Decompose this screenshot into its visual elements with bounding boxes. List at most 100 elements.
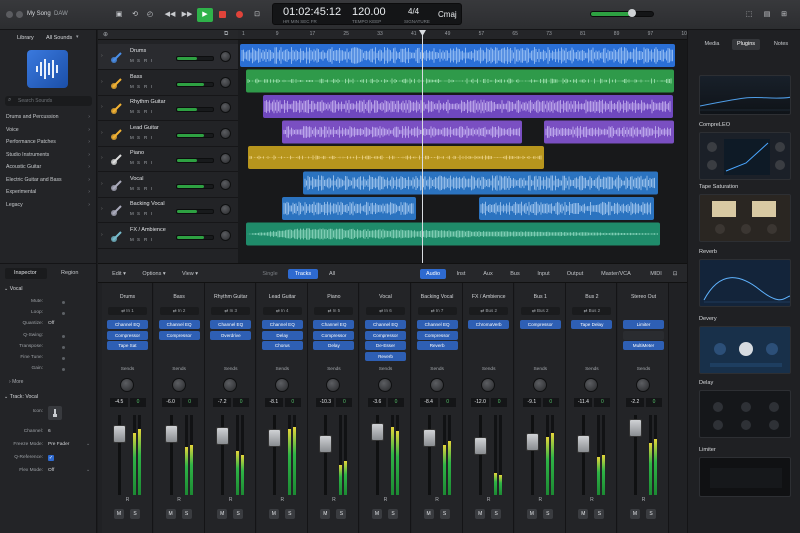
track-header[interactable]: › Rhythm Guitar M S R I bbox=[98, 95, 238, 121]
track-mute-button[interactable]: M bbox=[130, 186, 134, 191]
record-label[interactable]: R bbox=[257, 497, 308, 503]
mute-button[interactable]: M bbox=[578, 509, 589, 519]
param-slider-dot[interactable] bbox=[62, 312, 65, 316]
audio-region[interactable] bbox=[248, 146, 544, 169]
param-value[interactable]: Pre Fader bbox=[48, 440, 69, 450]
solo-button[interactable]: S bbox=[284, 509, 295, 519]
mute-button[interactable]: M bbox=[630, 509, 640, 519]
pan-knob[interactable] bbox=[220, 153, 231, 164]
track-record-arm-button[interactable]: R bbox=[144, 160, 147, 165]
plugin-slot[interactable]: Channel EQ bbox=[107, 320, 148, 329]
solo-button[interactable]: S bbox=[181, 509, 192, 519]
solo-button[interactable]: S bbox=[388, 509, 398, 519]
pan-knob[interactable] bbox=[220, 204, 231, 215]
solo-button[interactable]: S bbox=[646, 509, 656, 519]
plugin-thumbnail[interactable] bbox=[699, 194, 791, 242]
library-item[interactable]: Experimental › bbox=[6, 186, 92, 198]
track-param-row[interactable]: Freeze Mode: Pre Fader ⌄ bbox=[0, 440, 97, 450]
solo-button[interactable]: S bbox=[491, 509, 502, 519]
volume-readout[interactable]: -10.3 bbox=[316, 398, 335, 407]
pan-knob[interactable] bbox=[220, 127, 231, 139]
record-label[interactable]: R bbox=[102, 497, 153, 503]
mixer-edit-menu[interactable]: Edit ▾ bbox=[108, 269, 130, 279]
pan-readout[interactable]: 0 bbox=[233, 398, 250, 407]
track-input-monitor-button[interactable]: I bbox=[151, 58, 152, 63]
track-volume-slider[interactable] bbox=[176, 132, 214, 138]
record-label[interactable]: R bbox=[154, 497, 205, 503]
rewind-icon[interactable]: ◀◀ bbox=[164, 8, 176, 22]
record-label[interactable]: R bbox=[566, 497, 617, 503]
audio-region[interactable] bbox=[479, 197, 654, 220]
track-solo-button[interactable]: S bbox=[137, 109, 140, 114]
track-input-monitor-button[interactable]: I bbox=[151, 160, 152, 165]
pan-knob[interactable] bbox=[220, 178, 231, 190]
filter-output[interactable]: Output bbox=[561, 269, 589, 279]
region-param-row[interactable]: Transpose: bbox=[0, 342, 97, 352]
volume-fader[interactable] bbox=[371, 423, 384, 441]
track-mute-button[interactable]: M bbox=[130, 237, 134, 242]
chevron-down-icon[interactable]: ▾ bbox=[76, 34, 79, 40]
eq-preview[interactable] bbox=[699, 75, 791, 115]
track-param-row[interactable]: Flex Mode: Off ⌄ bbox=[0, 466, 97, 476]
track-input-monitor-button[interactable]: I bbox=[151, 109, 152, 114]
track-param-row[interactable]: Q-Reference: ✓ bbox=[0, 453, 97, 463]
audio-region[interactable] bbox=[240, 44, 675, 67]
filter-aux[interactable]: Aux bbox=[476, 269, 500, 279]
plugin-slot[interactable]: ChromaVerb bbox=[468, 320, 510, 329]
library-item[interactable]: Voice › bbox=[6, 124, 92, 136]
channel-input[interactable]: ⇄ Bus 2 bbox=[572, 307, 612, 315]
track-volume-slider[interactable] bbox=[176, 158, 214, 163]
region-param-row[interactable]: Loop: bbox=[0, 308, 97, 318]
lcd-display[interactable]: 01:02:45:12 HR MIN SEC FR 120.00 TEMPO K… bbox=[272, 3, 462, 25]
track-input-monitor-button[interactable]: I bbox=[151, 211, 152, 216]
all-sounds-dropdown[interactable]: All Sounds bbox=[46, 35, 72, 41]
pan-knob[interactable] bbox=[220, 229, 231, 241]
close-window-icon[interactable] bbox=[6, 11, 13, 18]
filter-audio[interactable]: Audio bbox=[420, 269, 446, 279]
track-solo-button[interactable]: S bbox=[137, 84, 140, 89]
audio-region[interactable] bbox=[303, 171, 658, 195]
browser-tab-media[interactable]: Media bbox=[702, 39, 722, 50]
library-item[interactable]: Acoustic Guitar › bbox=[6, 161, 92, 173]
track-volume-slider[interactable] bbox=[176, 56, 214, 61]
mute-button[interactable]: M bbox=[526, 509, 537, 519]
send-knob[interactable] bbox=[223, 378, 238, 392]
volume-readout[interactable]: -12.0 bbox=[471, 398, 490, 407]
plugin-slot[interactable]: Tape Delay bbox=[571, 320, 613, 329]
track-mute-button[interactable]: M bbox=[130, 135, 134, 140]
track-header[interactable]: › Vocal M S R I bbox=[98, 172, 238, 198]
solo-button[interactable]: S bbox=[594, 509, 605, 519]
send-knob[interactable] bbox=[636, 378, 650, 392]
volume-readout[interactable]: -8.1 bbox=[264, 398, 283, 407]
pan-readout[interactable]: 0 bbox=[646, 398, 662, 407]
track-volume-slider[interactable] bbox=[176, 183, 214, 189]
channel-input[interactable]: ⇄ Bus 2 bbox=[469, 307, 509, 315]
track-solo-button[interactable]: S bbox=[137, 135, 140, 140]
audio-region[interactable] bbox=[282, 197, 416, 220]
region-param-row[interactable]: Mute: bbox=[0, 297, 97, 307]
param-slider-dot[interactable] bbox=[62, 334, 65, 338]
volume-fader[interactable] bbox=[629, 419, 642, 437]
track-header[interactable]: › Lead Guitar M S R I bbox=[98, 121, 238, 147]
plugin-slot[interactable]: Reverb bbox=[365, 351, 406, 361]
channel-input[interactable]: ⇄ In 5 bbox=[314, 307, 354, 315]
inspector-tab[interactable]: Inspector bbox=[5, 268, 47, 279]
volume-readout[interactable]: -8.4 bbox=[419, 398, 438, 407]
more-toggle[interactable]: › More bbox=[9, 379, 23, 385]
volume-fader[interactable] bbox=[113, 425, 126, 443]
plugin-thumbnail[interactable] bbox=[699, 457, 791, 497]
channel-input[interactable]: ⇄ In 4 bbox=[262, 307, 302, 315]
disclosure-icon[interactable]: › bbox=[101, 79, 103, 85]
audio-region[interactable] bbox=[282, 120, 522, 144]
track-mute-button[interactable]: M bbox=[130, 160, 134, 165]
channel-input[interactable]: ⇄ In 2 bbox=[159, 307, 199, 315]
region-lanes[interactable] bbox=[238, 40, 687, 263]
disclosure-icon[interactable]: › bbox=[101, 53, 103, 59]
pan-knob[interactable] bbox=[220, 51, 231, 62]
track-section-title[interactable]: ⌄ Track: Vocal bbox=[4, 394, 38, 400]
plugin-slot[interactable]: Delay bbox=[261, 330, 303, 340]
region-param-row[interactable]: Q-Swing: bbox=[0, 331, 97, 341]
bar-ruler[interactable]: 191725334149576573818997105 bbox=[238, 30, 687, 40]
send-knob[interactable] bbox=[378, 378, 392, 392]
region-param-row[interactable]: Gain: bbox=[0, 364, 97, 374]
